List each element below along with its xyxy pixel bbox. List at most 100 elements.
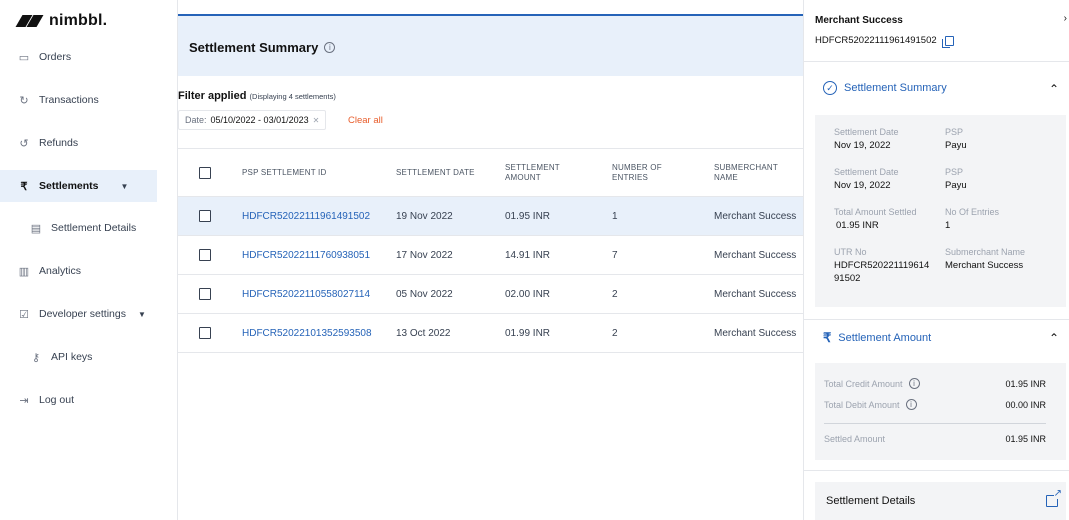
table-row[interactable]: HDFCR52022111760938051 17 Nov 2022 14.91… [178,236,804,275]
submerchant-name: Merchant Success [714,327,797,339]
settlement-id-link[interactable]: HDFCR52022110558027114 [242,289,396,300]
table-row[interactable]: HDFCR52022101352593508 13 Oct 2022 01.99… [178,314,804,353]
column-header[interactable]: SUBMERCHANT NAME [714,163,789,183]
sidebar-item-log-out[interactable]: ⇥ Log out [0,384,157,416]
chevron-up-icon[interactable]: ⌃ [1049,82,1059,96]
column-header[interactable]: NUMBER OF ENTRIES [612,163,695,183]
analytics-icon: ▥ [18,265,30,278]
settled-label: Settled Amount [824,434,886,444]
settlement-date: 05 Nov 2022 [396,288,453,300]
sidebar-item-settlement-details[interactable]: ▤ Settlement Details [0,212,157,244]
sidebar-item-developer-settings[interactable]: ☑ Developer settings ▼ [0,298,157,330]
sidebar-item-api-keys[interactable]: ⚷ API keys [0,341,157,373]
chevron-right-icon[interactable]: › [1064,13,1067,24]
debit-label: Total Debit Amount [824,399,900,410]
row-checkbox[interactable] [199,288,211,300]
chip-label: Date: [185,115,207,125]
filter-count: (Displaying 4 settlements) [249,92,336,101]
sidebar-item-label: Orders [39,51,72,63]
field-value: Merchant Success [945,260,1024,271]
sidebar-item-analytics[interactable]: ▥ Analytics [0,255,157,287]
table-header: PSP SETTLEMENT ID SETTLEMENT DATE SETTLE… [178,149,804,197]
settled-amount-row: Settled Amount 01.95 INR [824,434,1046,444]
nimbbl-logo[interactable]: nimbbl. [15,12,108,30]
sidebar-item-refunds[interactable]: ↺ Refunds [0,127,157,159]
filter-heading: Filter applied (Displaying 4 settlements… [178,90,336,102]
field-label: No Of Entries [945,207,1000,217]
sidebar-item-label: Developer settings [39,308,126,320]
select-all-checkbox[interactable] [199,166,211,179]
credit-label: Total Credit Amount [824,378,903,389]
panel-settlement-id: HDFCR52022111961491502 [815,35,937,46]
field-value: 01.95 INR [836,220,879,231]
page-header: Settlement Summary i [178,14,804,76]
field-label: Settlement Date [834,167,899,177]
column-header[interactable]: PSP SETTLEMENT ID [242,168,396,178]
info-icon[interactable]: i [905,399,917,410]
settlement-amount: 02.00 INR [505,288,551,300]
check-circle-icon: ✓ [823,81,837,95]
divider [804,470,1069,471]
settlement-details-label: Settlement Details [826,495,916,507]
date-filter-chip[interactable]: Date: 05/10/2022 - 03/01/2023 ✕ [178,110,327,130]
page-title: Settlement Summary [189,40,319,55]
row-checkbox[interactable] [199,210,211,222]
field-value: HDFCR520221119614 91502 [834,260,930,284]
table-row[interactable]: HDFCR52022111961491502 19 Nov 2022 01.95… [178,197,804,236]
settlement-id-link[interactable]: HDFCR52022101352593508 [242,328,396,339]
settlement-id-link[interactable]: HDFCR52022111760938051 [242,250,396,261]
row-checkbox[interactable] [199,327,211,339]
settlement-amount: 01.95 INR [505,210,551,222]
sidebar-item-transactions[interactable]: ↻ Transactions [0,84,157,116]
chevron-down-icon: ▼ [120,181,129,191]
settlement-id-link[interactable]: HDFCR52022111961491502 [242,211,396,222]
close-icon[interactable]: ✕ [313,116,320,125]
sidebar-item-settlements[interactable]: ₹ Settlements ▼ [0,170,157,202]
field-label: PSP [945,127,964,137]
info-icon[interactable]: i [908,378,920,389]
sidebar-item-label: Refunds [39,137,79,149]
section-title: Settlement Amount [838,332,932,344]
credit-value: 01.95 INR [1005,378,1046,389]
column-header[interactable]: SETTLEMENT DATE [396,168,505,178]
field-value: Payu [945,140,967,151]
refunds-icon: ↺ [19,137,29,150]
settlement-date: 17 Nov 2022 [396,249,453,261]
field-label: PSP [945,167,964,177]
nimbbl-logo-icon [15,13,44,29]
sidebar-item-orders[interactable]: ▭ Orders [0,41,157,73]
field-value: Nov 19, 2022 [834,180,891,191]
field-label: Submerchant Name [945,247,1026,257]
table-row[interactable]: HDFCR52022110558027114 05 Nov 2022 02.00… [178,275,804,314]
column-header[interactable]: SETTLEMENT AMOUNT [505,163,593,183]
row-checkbox[interactable] [199,249,211,261]
logout-icon: ⇥ [19,394,29,407]
sidebar-item-label: Transactions [39,94,99,106]
copy-icon[interactable] [941,35,954,48]
transactions-icon: ↻ [19,94,29,107]
info-icon[interactable]: i [324,42,336,53]
chevron-down-icon: ▼ [137,309,146,319]
chip-value: 05/10/2022 - 03/01/2023 [210,115,309,125]
submerchant-name: Merchant Success [714,249,797,261]
settlement-detail-panel: Merchant Success › HDFCR5202211196149150… [803,0,1069,520]
submerchant-name: Merchant Success [714,210,797,222]
entries-count: 7 [612,249,618,261]
document-icon: ▤ [30,222,42,235]
brand-name: nimbbl. [49,12,108,29]
sidebar-item-label: API keys [51,351,93,363]
developer-icon: ☑ [19,308,29,321]
entries-count: 1 [612,210,618,222]
filter-title: Filter applied [178,90,247,102]
entries-count: 2 [612,327,618,339]
settlement-amount-header[interactable]: ₹ Settlement Amount [823,330,931,346]
settlement-date: 13 Oct 2022 [396,327,451,339]
divider [804,61,1069,62]
field-label: Settlement Date [834,127,899,137]
external-link-icon[interactable] [1046,489,1062,507]
panel-title: Merchant Success [815,15,903,26]
clear-all-link[interactable]: Clear all [348,115,383,126]
settlement-details-button[interactable]: Settlement Details [815,482,1066,520]
chevron-up-icon[interactable]: ⌃ [1049,331,1059,345]
settlement-summary-header[interactable]: ✓ Settlement Summary [823,81,947,95]
